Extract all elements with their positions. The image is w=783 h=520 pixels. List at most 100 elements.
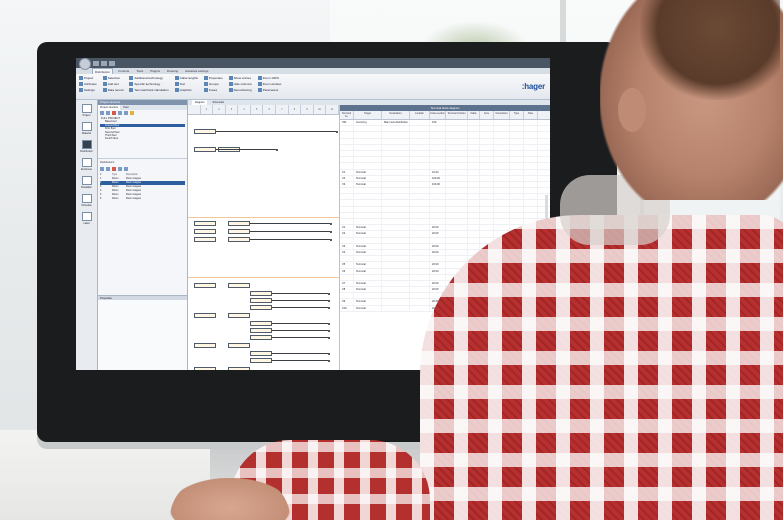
ribbon-button[interactable]: Renumbering: [228, 88, 252, 92]
grid-cell: [468, 120, 480, 126]
schematic-symbol[interactable]: [194, 147, 216, 152]
move-up-icon[interactable]: [118, 111, 122, 115]
warning-icon[interactable]: [130, 111, 134, 115]
ribbon-action-icon: [79, 82, 83, 86]
schematic-header: 1 2 3 4 5 6 7 8 9 10 11: [188, 105, 339, 115]
ribbon-button[interactable]: Show entries: [228, 76, 252, 80]
ribbon-button[interactable]: Add text: [102, 82, 124, 86]
schematic-symbol[interactable]: [228, 283, 250, 288]
ribbon-button[interactable]: Settings: [79, 88, 97, 92]
ribbon-button[interactable]: Selection: [102, 76, 124, 80]
grid-cell: [524, 132, 538, 138]
grid-cell: [494, 212, 510, 218]
ribbon-button[interactable]: Additional technology: [129, 76, 168, 80]
grid-column-header[interactable]: Destination: [382, 111, 410, 119]
grid-cell: [410, 299, 430, 305]
remove-icon[interactable]: [112, 167, 116, 171]
schematic-symbol[interactable]: [250, 291, 272, 296]
grid-cell: X1: [340, 225, 354, 231]
import-icon[interactable]: [118, 167, 122, 171]
schematic-symbol[interactable]: [194, 237, 216, 242]
grid-column-header[interactable]: Terminal no.: [340, 111, 354, 119]
ribbon-button[interactable]: Data record: [102, 88, 123, 92]
grid-column-header[interactable]: Cross-section: [430, 111, 446, 119]
grid-cell: [382, 144, 410, 150]
copy-icon[interactable]: [106, 111, 110, 115]
schematic-symbol[interactable]: [250, 321, 272, 326]
schematic-symbol[interactable]: [228, 343, 250, 348]
app-menu-icon[interactable]: [79, 58, 91, 70]
grid-cell: [340, 200, 354, 206]
schematic-view[interactable]: 1 2 3 4 5 6 7 8 9 10 11: [188, 105, 340, 370]
schematic-symbol[interactable]: [194, 229, 216, 234]
ribbon-button[interactable]: Groups: [203, 82, 223, 86]
grid-cell: [494, 157, 510, 163]
schematic-symbol[interactable]: [194, 129, 216, 134]
grid-cell: 20.00: [430, 249, 446, 256]
ribbon-button[interactable]: Text: [174, 82, 198, 86]
schematic-symbol[interactable]: [228, 221, 250, 226]
grid-column-header[interactable]: Connection: [494, 111, 510, 119]
nav-enclosure[interactable]: Enclosure: [80, 158, 94, 171]
schematic-symbol[interactable]: [250, 298, 272, 303]
ribbon-button[interactable]: Zoom window: [257, 82, 281, 86]
grid-column-header[interactable]: Type: [510, 111, 524, 119]
ribbon-button[interactable]: Fuses: [203, 88, 223, 92]
ribbon-button[interactable]: Project: [79, 76, 97, 80]
ribbon-button[interactable]: Properties: [203, 76, 223, 80]
schematic-symbol[interactable]: [228, 367, 250, 370]
schematic-symbol[interactable]: [194, 367, 216, 370]
nav-distribution[interactable]: Distribution: [80, 140, 94, 153]
new-icon[interactable]: [100, 111, 104, 115]
edit-icon[interactable]: [106, 167, 110, 171]
schematic-symbol[interactable]: [194, 283, 216, 288]
ribbon-button[interactable]: Terminal block calculation: [129, 88, 169, 92]
ribbon-button[interactable]: Graphics: [174, 88, 198, 92]
schematic-symbol[interactable]: [228, 313, 250, 318]
ribbon-button[interactable]: Parameters: [257, 88, 282, 92]
schematic-symbol[interactable]: [250, 328, 272, 333]
distributions-title: Distributions: [98, 158, 187, 166]
delete-icon[interactable]: [112, 111, 116, 115]
ribbon-button[interactable]: Hide columns: [228, 82, 252, 86]
nav-label: Distribution: [80, 150, 93, 153]
nav-bookable[interactable]: Bookable: [80, 176, 94, 189]
nav-material[interactable]: Material: [80, 122, 94, 135]
tree-node[interactable]: Fourth floor: [100, 137, 185, 140]
save-icon[interactable]: [93, 60, 99, 66]
nav-label[interactable]: Label: [80, 212, 94, 225]
grid-cell: [340, 126, 354, 132]
grid-column-header[interactable]: Cable: [468, 111, 480, 119]
schematic-symbol[interactable]: [194, 343, 216, 348]
move-down-icon[interactable]: [124, 111, 128, 115]
schematic-symbol[interactable]: [194, 313, 216, 318]
schematic-symbol[interactable]: [228, 229, 250, 234]
ribbon-button[interactable]: Specific technology: [129, 82, 168, 86]
schematic-symbol[interactable]: [250, 351, 272, 356]
grid-cell: [494, 200, 510, 206]
nav-schedule[interactable]: Schedule: [80, 194, 94, 207]
grid-column-header[interactable]: Target: [354, 111, 382, 119]
redo-icon[interactable]: [109, 60, 115, 66]
ribbon-button[interactable]: Attributes: [79, 82, 97, 86]
schematic-symbol[interactable]: [250, 358, 272, 363]
undo-icon[interactable]: [101, 60, 107, 66]
schematic-symbol[interactable]: [194, 221, 216, 226]
grid-cell: [480, 120, 494, 126]
schematic-symbol[interactable]: [228, 237, 250, 242]
add-icon[interactable]: [100, 167, 104, 171]
ribbon-button[interactable]: Cable lengths: [174, 76, 198, 80]
nav-project[interactable]: Project: [80, 104, 94, 117]
schematic-symbol[interactable]: [250, 305, 272, 310]
ribbon-button[interactable]: Zoom 100%: [257, 76, 282, 80]
table-row[interactable]: 6 Room Room magnet: [100, 197, 185, 201]
grid-column-header[interactable]: Location: [410, 111, 430, 119]
wire-terminal: [328, 329, 330, 332]
grid-column-header[interactable]: Note: [524, 111, 538, 119]
export-icon[interactable]: [124, 167, 128, 171]
schematic-symbol[interactable]: [250, 335, 272, 340]
schematic-wire: [272, 337, 328, 338]
grid-column-header[interactable]: Core: [480, 111, 494, 119]
wire-terminal: [330, 238, 332, 241]
grid-column-header[interactable]: Terminal function: [446, 111, 468, 119]
